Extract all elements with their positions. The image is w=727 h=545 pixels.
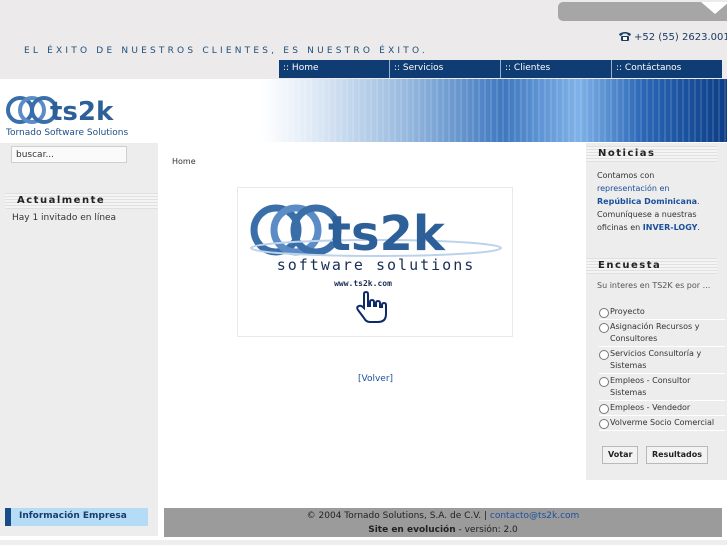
svg-text:ts2k: ts2k xyxy=(328,206,446,262)
news-line: Comuníquese a nuestras xyxy=(597,210,697,219)
svg-text:www.ts2k.com: www.ts2k.com xyxy=(334,279,392,288)
site-version: - versión: 2.0 xyxy=(455,525,518,535)
banner-graphic xyxy=(262,79,727,142)
nav-contactanos[interactable]: :: Contáctanos xyxy=(612,60,722,78)
news-line: Contamos con xyxy=(597,171,655,180)
poll-option-socio[interactable]: Volverme Socio Comercial xyxy=(599,416,725,431)
poll-option-label: Empleos - Vendedor xyxy=(610,403,691,412)
results-button[interactable]: Resultados xyxy=(646,446,708,464)
nav-clientes[interactable]: :: Clientes xyxy=(501,60,612,78)
poll-option-label: Empleos - Consultor Sistemas xyxy=(610,376,691,397)
news-punct: . xyxy=(697,197,700,206)
nav-home[interactable]: :: Home xyxy=(279,60,390,78)
news-text-oficinas: oficinas en xyxy=(597,223,641,232)
poll-option-label: Volverme Socio Comercial xyxy=(610,418,715,427)
poll-option-servicios[interactable]: Servicios Consultoría y Sistemas xyxy=(599,347,725,374)
phone-number: +52 (55) 2623.0015 xyxy=(634,32,727,43)
news-link-inverlogy[interactable]: INVER-LOGY xyxy=(643,223,698,232)
phone-contact: +52 (55) 2623.0015 xyxy=(618,31,727,45)
right-sidebar: Noticias Contamos con representación en … xyxy=(586,143,727,480)
poll-option-label: Servicios Consultoría y Sistemas xyxy=(610,349,702,370)
radio-button[interactable] xyxy=(599,404,609,414)
poll-option-asignacion[interactable]: Asignación Recursos y Consultores xyxy=(599,320,725,347)
poll-option-proyecto[interactable]: Proyecto xyxy=(599,305,725,320)
footer: © 2004 Tornado Solutions, S.A. de C.V. |… xyxy=(164,508,722,537)
poll-options: Proyecto Asignación Recursos y Consultor… xyxy=(599,305,725,431)
radio-button[interactable] xyxy=(599,419,609,429)
footer-line-1: © 2004 Tornado Solutions, S.A. de C.V. |… xyxy=(164,509,722,523)
news-line: oficinas en INVER-LOGY. xyxy=(597,221,717,234)
news-punct: . xyxy=(697,223,700,232)
back-link[interactable]: [Volver] xyxy=(358,374,393,384)
news-text: Contamos con representación en República… xyxy=(597,169,717,234)
radio-button[interactable] xyxy=(599,350,609,360)
news-section-title: Noticias xyxy=(586,146,717,162)
svg-text:ts2k: ts2k xyxy=(50,97,114,125)
phone-icon xyxy=(618,31,632,45)
logo-caption: Tornado Software Solutions xyxy=(6,128,129,138)
poll-question: Su interes en TS2K es por ... xyxy=(597,281,711,290)
poll-option-empleos-vendedor[interactable]: Empleos - Vendedor xyxy=(599,401,725,416)
online-status: Hay 1 invitado en línea xyxy=(12,213,117,223)
online-section-title: Actualmente xyxy=(5,193,158,209)
site-logo[interactable]: ts2k xyxy=(6,95,144,128)
news-link-republica[interactable]: República Dominicana xyxy=(597,197,697,206)
banner: ts2k Tornado Software Solutions xyxy=(0,79,727,142)
poll-option-label: Proyecto xyxy=(610,307,645,316)
poll-section-title: Encuesta xyxy=(586,258,717,274)
radio-button[interactable] xyxy=(599,323,609,333)
slogan: EL ÉXITO DE NUESTROS CLIENTES, ES NUESTR… xyxy=(24,46,428,56)
news-link-representacion[interactable]: representación en xyxy=(597,182,717,195)
nav-servicios[interactable]: :: Servicios xyxy=(390,60,501,78)
contact-email-link[interactable]: contacto@ts2k.com xyxy=(490,511,579,521)
radio-button[interactable] xyxy=(599,377,609,387)
main-nav: :: Home :: Servicios :: Clientes :: Cont… xyxy=(279,60,722,78)
copyright: © 2004 Tornado Solutions, S.A. de C.V. | xyxy=(306,511,487,521)
company-logo-image: ts2k software solutions www.ts2k.com xyxy=(237,187,513,337)
news-line: República Dominicana. xyxy=(597,195,717,208)
svg-text:software solutions: software solutions xyxy=(277,256,476,274)
header-tab-arrow-icon xyxy=(701,2,727,14)
bottom-strip xyxy=(0,540,727,545)
site-status: Site en evolución xyxy=(368,525,456,535)
left-sidebar: Actualmente Hay 1 invitado en línea Info… xyxy=(0,143,158,536)
company-info-link[interactable]: Información Empresa xyxy=(5,508,148,526)
radio-button[interactable] xyxy=(599,308,609,318)
vote-button[interactable]: Votar xyxy=(602,446,639,464)
search-input[interactable] xyxy=(11,146,127,163)
breadcrumb: Home xyxy=(172,157,196,166)
poll-option-empleos-consultor[interactable]: Empleos - Consultor Sistemas xyxy=(599,374,725,401)
main-content: Home ts2k software solutions www.ts2k.co… xyxy=(164,143,585,508)
header-bar: EL ÉXITO DE NUESTROS CLIENTES, ES NUESTR… xyxy=(0,0,727,79)
poll-option-label: Asignación Recursos y Consultores xyxy=(610,322,700,343)
footer-line-2: Site en evolución - versión: 2.0 xyxy=(164,523,722,537)
